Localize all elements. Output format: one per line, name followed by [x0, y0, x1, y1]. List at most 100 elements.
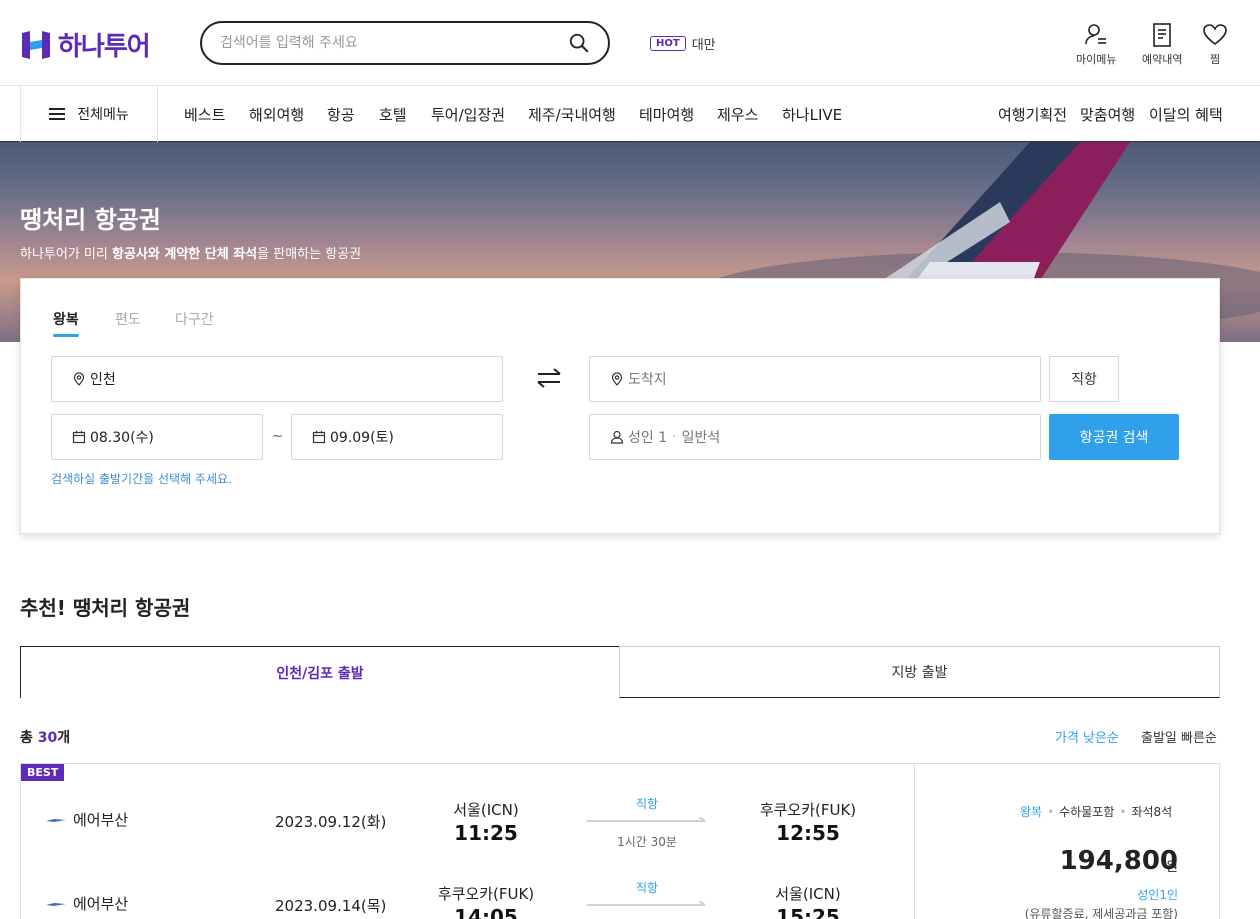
reservations-button[interactable]: 예약내역	[1142, 22, 1182, 67]
destination-time: 12:55	[776, 821, 840, 845]
section-title: 추천! 땡처리 항공권	[20, 596, 191, 620]
nav-item-tour[interactable]: 투어/입장권	[431, 104, 505, 125]
all-menu-label: 전체메뉴	[77, 107, 129, 123]
main-nav: 전체메뉴 베스트 해외여행 항공 호텔 투어/입장권 제주/국내여행 테마여행 …	[0, 86, 1260, 142]
count-prefix: 총	[20, 730, 38, 746]
arrival-field[interactable]: 도착지	[589, 356, 1041, 402]
global-search	[200, 21, 610, 65]
passenger-field[interactable]: 성인 1 · 일반석	[589, 414, 1041, 460]
baggage-tag: 수하물포함	[1059, 805, 1115, 819]
airline-name: 에어부산	[73, 895, 129, 913]
cabin-class: 일반석	[681, 430, 721, 446]
location-pin-icon	[611, 372, 623, 386]
departure-field[interactable]: 인천	[51, 356, 503, 402]
hero-subtitle-bold: 항공사와 계약한 단체 좌석	[112, 247, 258, 262]
wishlist-button[interactable]: 찜	[1202, 22, 1228, 67]
nav-item-custom[interactable]: 맞춤여행	[1080, 104, 1135, 125]
flight-type: 직항	[635, 797, 659, 811]
logo[interactable]: 하나투어	[20, 26, 151, 63]
wishlist-label: 찜	[1209, 53, 1221, 66]
calendar-icon	[312, 431, 326, 444]
hamburger-icon	[49, 108, 66, 120]
heart-icon	[1203, 24, 1227, 46]
airline-logo-icon	[46, 903, 66, 906]
nav-item-live[interactable]: 하나LIVE	[782, 104, 842, 125]
departure-value: 인천	[90, 372, 116, 388]
flight-duration: 1시간 30분	[617, 835, 677, 849]
price-unit: 원	[1166, 860, 1178, 875]
count-suffix: 개	[57, 730, 71, 746]
nav-item-promotions[interactable]: 여행기획전	[998, 104, 1067, 125]
tab-regional[interactable]: 지방 출발	[619, 646, 1220, 698]
fare-conditions: 왕복 • 수하물포함 • 좌석8석	[1020, 803, 1172, 820]
hot-keyword[interactable]: HOT 대만	[650, 34, 716, 53]
tab-incheon-gimpo[interactable]: 인천/김포 출발	[20, 646, 620, 698]
destination-city: 후쿠오카(FUK)	[759, 801, 857, 819]
origin-city: 서울(ICN)	[453, 801, 519, 819]
tab-oneway[interactable]: 편도	[115, 309, 141, 329]
my-menu-button[interactable]: 마이메뉴	[1076, 22, 1116, 67]
sort-date-asc[interactable]: 출발일 빠른순	[1141, 727, 1217, 746]
document-icon	[1153, 23, 1172, 47]
hot-keyword-text: 대만	[691, 38, 716, 53]
arrival-placeholder: 도착지	[628, 372, 667, 388]
trip-type-tag: 왕복	[1020, 805, 1043, 819]
nav-item-domestic[interactable]: 제주/국내여행	[528, 104, 616, 125]
destination-city: 서울(ICN)	[775, 885, 841, 903]
best-badge: BEST	[21, 764, 65, 781]
fare-price: 194,800	[1059, 846, 1178, 876]
nav-item-hotel[interactable]: 호텔	[379, 104, 407, 125]
result-count: 총 30개	[20, 727, 70, 747]
nav-item-zeus[interactable]: 제우스	[717, 104, 758, 125]
location-pin-icon	[73, 372, 85, 386]
reservations-label: 예약내역	[1142, 53, 1183, 66]
nav-item-best[interactable]: 베스트	[184, 104, 225, 125]
nav-item-theme[interactable]: 테마여행	[639, 104, 694, 125]
user-list-icon	[1085, 24, 1107, 45]
destination-time: 15:25	[776, 905, 840, 919]
search-input[interactable]	[220, 35, 568, 51]
airline-logo-icon	[46, 819, 66, 822]
hot-badge: HOT	[650, 36, 686, 51]
direct-flight-toggle[interactable]: 직항	[1049, 356, 1119, 402]
search-icon[interactable]	[568, 32, 590, 54]
end-date-field[interactable]: 09.09(토)	[291, 414, 503, 460]
nav-item-air[interactable]: 항공	[327, 104, 355, 125]
origin-time: 11:25	[454, 821, 518, 845]
header: 하나투어 HOT 대만 마이메뉴 예약내역 찜	[0, 0, 1260, 86]
separator-dot: •	[1047, 805, 1055, 819]
departure-date: 2023.09.12(화)	[275, 813, 387, 831]
origin-time: 14:05	[454, 905, 518, 919]
tab-roundtrip[interactable]: 왕복	[53, 309, 79, 337]
hero-subtitle-prefix: 하나투어가 미리	[20, 247, 112, 262]
separator-dot: •	[1119, 805, 1127, 819]
flight-search-button[interactable]: 항공권 검색	[1049, 414, 1179, 460]
seats-left-tag: 좌석8석	[1131, 805, 1173, 819]
hero-subtitle: 하나투어가 미리 항공사와 계약한 단체 좌석을 판매하는 항공권	[20, 243, 361, 262]
origin-city: 후쿠오카(FUK)	[437, 885, 535, 903]
end-date-value: 09.09(토)	[330, 430, 394, 446]
flight-path-arrow	[587, 817, 706, 822]
passenger-count: 성인 1	[628, 430, 668, 446]
sort-price-asc[interactable]: 가격 낮은순	[1055, 727, 1119, 746]
date-separator: ~	[272, 429, 283, 444]
nav-item-overseas[interactable]: 해외여행	[249, 104, 304, 125]
my-menu-label: 마이메뉴	[1076, 53, 1117, 66]
card-divider	[914, 764, 915, 919]
swap-icon[interactable]	[534, 366, 564, 390]
nav-item-benefits[interactable]: 이달의 혜택	[1149, 104, 1223, 125]
start-date-value: 08.30(수)	[90, 430, 154, 446]
flight-search-panel: 왕복 편도 다구간 인천 도착지 직항 08.30(수) ~ 09.09(토) …	[20, 278, 1220, 534]
per-adult-label: 성인1인	[1137, 888, 1178, 902]
search-hint: 검색하실 출발기간을 선택해 주세요.	[51, 472, 232, 486]
flight-path-arrow	[587, 901, 706, 906]
flight-type: 직항	[635, 881, 659, 895]
logo-text: 하나투어	[58, 32, 151, 62]
count-number: 30	[37, 730, 58, 746]
fee-note: (유류할증료, 제세공과금 포함)	[1024, 907, 1178, 919]
start-date-field[interactable]: 08.30(수)	[51, 414, 263, 460]
all-menu-button[interactable]: 전체메뉴	[20, 86, 158, 142]
tab-multicity[interactable]: 다구간	[175, 309, 214, 329]
person-icon	[610, 430, 624, 444]
airline-name: 에어부산	[73, 811, 129, 829]
